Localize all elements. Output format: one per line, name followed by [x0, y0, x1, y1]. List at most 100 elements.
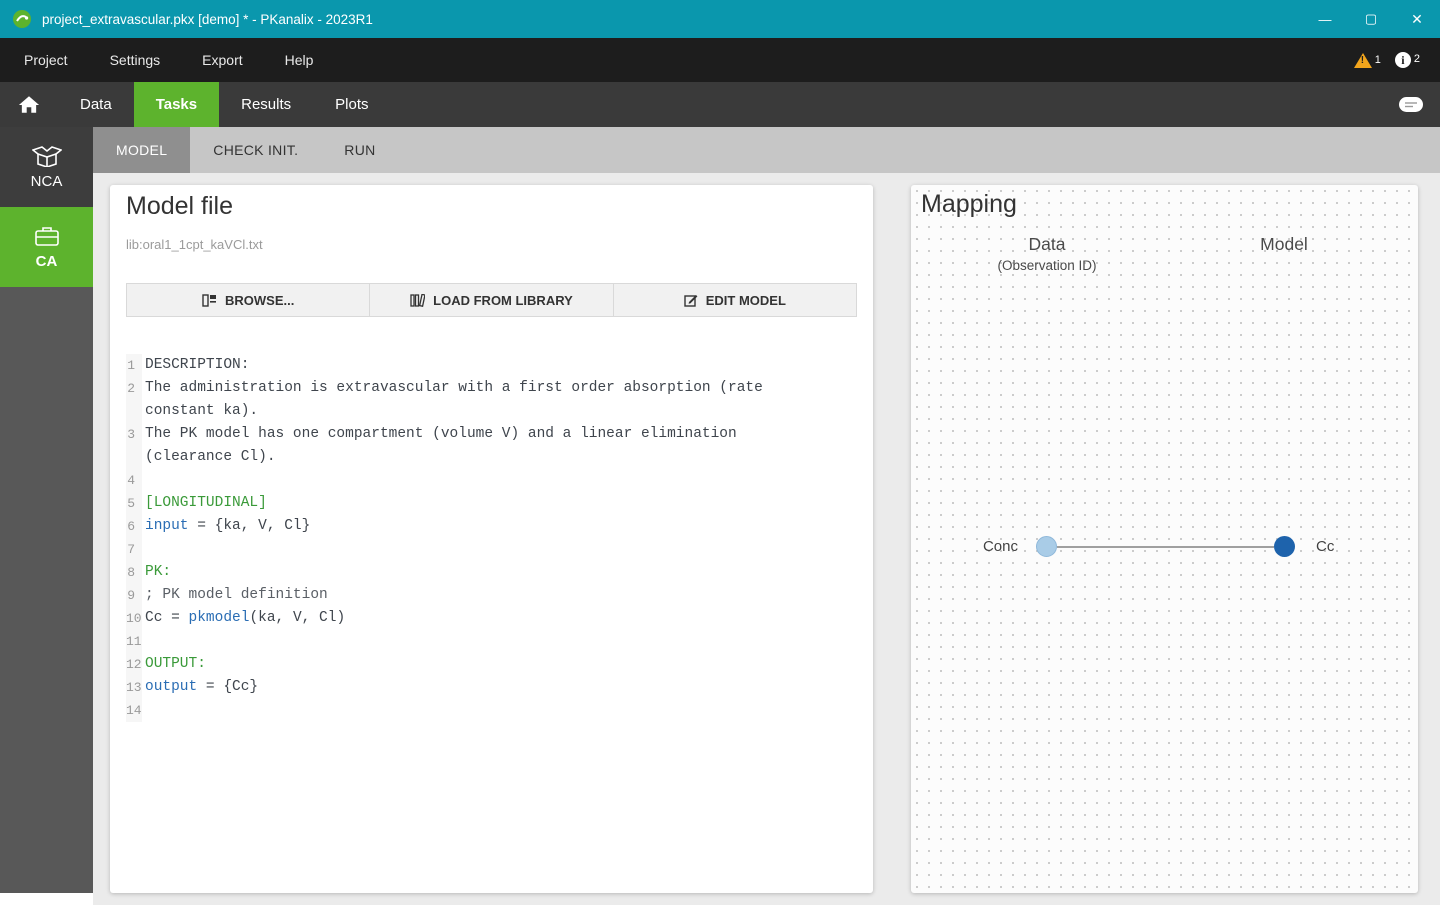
line-number: 9 [126, 584, 142, 607]
data-observation-label: Conc [911, 538, 1018, 555]
home-button[interactable] [0, 82, 58, 127]
code-text: output = {Cc} [142, 676, 804, 699]
notification-area: 1 i 2 [1354, 52, 1440, 68]
panel-title: Mapping [921, 189, 1017, 219]
line-number: 3 [126, 423, 142, 469]
analysis-sidebar: NCA CA [0, 127, 93, 893]
line-number: 10 [126, 607, 142, 630]
line-number: 12 [126, 653, 142, 676]
browse-icon [202, 294, 217, 307]
code-text [142, 630, 804, 653]
model-file-panel: Model file lib:oral1_1cpt_kaVCl.txt BROW… [110, 185, 873, 893]
mapping-data-column-header: Data (Observation ID) [967, 234, 1127, 273]
edit-model-button[interactable]: EDIT MODEL [613, 283, 857, 317]
window-controls: — ▢ ✕ [1302, 0, 1440, 38]
tab-run[interactable]: RUN [321, 127, 398, 173]
data-subheader: (Observation ID) [967, 258, 1127, 273]
model-output-label: Cc [1316, 538, 1334, 555]
line-number: 6 [126, 515, 142, 538]
menu-help[interactable]: Help [285, 52, 314, 68]
code-line: 10Cc = pkmodel(ka, V, Cl) [126, 607, 857, 630]
tab-tasks[interactable]: Tasks [134, 82, 219, 127]
code-line: 14 [126, 699, 857, 722]
close-button[interactable]: ✕ [1394, 0, 1440, 38]
main-tabbar: Data Tasks Results Plots [0, 82, 1440, 127]
code-line: 13output = {Cc} [126, 676, 857, 699]
menu-project[interactable]: Project [24, 52, 68, 68]
line-number: 1 [126, 354, 142, 377]
code-text: ; PK model definition [142, 584, 804, 607]
code-text: PK: [142, 561, 804, 584]
window-title: project_extravascular.pkx [demo] * - PKa… [42, 12, 373, 27]
tab-results[interactable]: Results [219, 82, 313, 127]
load-from-library-button[interactable]: LOAD FROM LIBRARY [369, 283, 613, 317]
code-text [142, 538, 804, 561]
sidebar-item-label: CA [36, 253, 58, 270]
line-number: 7 [126, 538, 142, 561]
sidebar-item-ca[interactable]: CA [0, 207, 93, 287]
warning-icon [1354, 53, 1372, 68]
open-box-icon [32, 145, 62, 167]
code-text: OUTPUT: [142, 653, 804, 676]
home-icon [18, 95, 40, 114]
line-number: 2 [126, 377, 142, 423]
case-icon [34, 225, 60, 247]
code-text: [LONGITUDINAL] [142, 492, 804, 515]
code-line: 2The administration is extravascular wit… [126, 377, 857, 423]
info-indicator[interactable]: i 2 [1395, 52, 1420, 68]
tab-plots[interactable]: Plots [313, 82, 390, 127]
data-header: Data [967, 234, 1127, 255]
line-number: 8 [126, 561, 142, 584]
info-icon: i [1395, 52, 1411, 68]
button-label: EDIT MODEL [706, 293, 786, 308]
code-line: 12OUTPUT: [126, 653, 857, 676]
info-count: 2 [1414, 53, 1420, 65]
code-text [142, 699, 804, 722]
model-actions: BROWSE... LOAD FROM LIBRARY EDIT MODEL [126, 283, 857, 317]
data-connector-dot[interactable] [1036, 536, 1057, 557]
line-number: 4 [126, 469, 142, 492]
line-number: 13 [126, 676, 142, 699]
library-icon [410, 294, 425, 307]
menu-settings[interactable]: Settings [110, 52, 161, 68]
menu-export[interactable]: Export [202, 52, 242, 68]
code-line: 3The PK model has one compartment (volum… [126, 423, 857, 469]
line-number: 11 [126, 630, 142, 653]
code-line: 1DESCRIPTION: [126, 354, 857, 377]
edit-icon [684, 293, 698, 307]
task-tabbar: MODEL CHECK INIT. RUN [93, 127, 1440, 173]
titlebar: project_extravascular.pkx [demo] * - PKa… [0, 0, 1440, 38]
button-label: BROWSE... [225, 293, 294, 308]
code-text: DESCRIPTION: [142, 354, 804, 377]
tab-model[interactable]: MODEL [93, 127, 190, 173]
code-line: 6input = {ka, V, Cl} [126, 515, 857, 538]
button-label: LOAD FROM LIBRARY [433, 293, 573, 308]
feedback-icon [1398, 96, 1424, 114]
model-header: Model [1204, 234, 1364, 255]
code-text [142, 469, 804, 492]
code-text: The PK model has one compartment (volume… [142, 423, 804, 469]
mapping-row: Conc Cc [911, 536, 1334, 557]
code-text: Cc = pkmodel(ka, V, Cl) [142, 607, 804, 630]
code-line: 5[LONGITUDINAL] [126, 492, 857, 515]
line-number: 14 [126, 699, 142, 722]
line-number: 5 [126, 492, 142, 515]
code-line: 11 [126, 630, 857, 653]
warning-count: 1 [1375, 54, 1381, 66]
tab-data[interactable]: Data [58, 82, 134, 127]
code-line: 4 [126, 469, 857, 492]
feedback-button[interactable] [1398, 82, 1440, 127]
browse-button[interactable]: BROWSE... [126, 283, 370, 317]
code-editor[interactable]: 1DESCRIPTION:2The administration is extr… [126, 354, 857, 722]
model-connector-dot[interactable] [1274, 536, 1295, 557]
sidebar-item-nca[interactable]: NCA [0, 127, 93, 207]
maximize-button[interactable]: ▢ [1348, 0, 1394, 38]
model-file-reference: lib:oral1_1cpt_kaVCl.txt [126, 237, 857, 252]
code-line: 9; PK model definition [126, 584, 857, 607]
menubar: Project Settings Export Help 1 i 2 [0, 38, 1440, 82]
sidebar-item-label: NCA [31, 173, 63, 190]
minimize-button[interactable]: — [1302, 0, 1348, 38]
tab-check-init[interactable]: CHECK INIT. [190, 127, 321, 173]
panel-title: Model file [126, 191, 857, 221]
warning-indicator[interactable]: 1 [1354, 53, 1381, 68]
